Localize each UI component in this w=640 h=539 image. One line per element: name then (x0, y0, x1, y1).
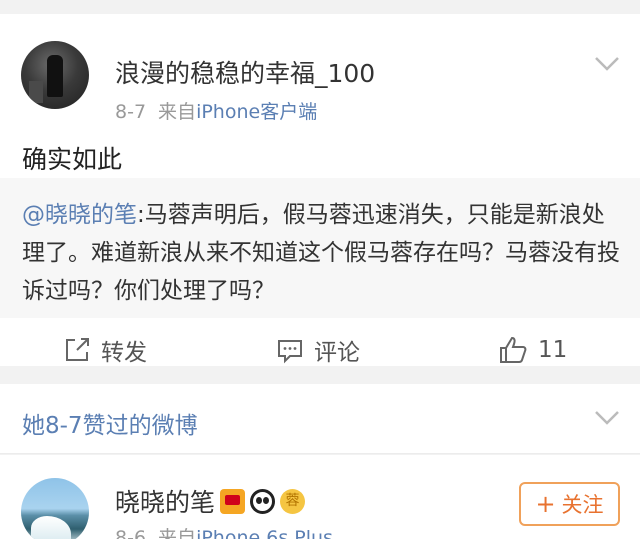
quoted-post[interactable]: @晓晓的笔:马蓉声明后，假马蓉迅速消失，只能是新浪处理了。难道新浪从来不知道这个… (0, 178, 640, 318)
panda-badge-icon[interactable] (250, 488, 276, 514)
vip-crown-icon[interactable] (220, 488, 246, 514)
chevron-down-icon[interactable] (594, 408, 620, 428)
post-meta: 8-6 来自iPhone 6s Plus (115, 523, 333, 539)
username-row: 晓晓的笔 蓉 (115, 483, 306, 519)
weibo-comment-card: 浪漫的稳稳的幸福_100 8-7 来自iPhone客户端 确实如此 @晓晓的笔:马… (0, 14, 640, 366)
post-meta: 8-7 来自iPhone客户端 (115, 97, 317, 124)
comment-button[interactable]: 评论 (276, 333, 360, 367)
follow-button[interactable]: + 关注 (519, 482, 620, 526)
plus-icon: + (535, 490, 556, 518)
liked-post-card: 晓晓的笔 蓉 8-6 来自iPhone 6s Plus + 关注 (0, 455, 640, 539)
action-bar: 转发 评论 11 (0, 319, 640, 380)
post-text: 确实如此 (22, 145, 123, 174)
like-button[interactable]: 11 (498, 333, 567, 367)
follow-label: 关注 (561, 493, 604, 517)
thumbs-up-icon (500, 336, 527, 363)
post-date: 8-6 (115, 527, 147, 539)
forward-label: 转发 (101, 340, 147, 366)
comment-label: 评论 (314, 340, 360, 366)
gold-badge-icon[interactable]: 蓉 (280, 488, 306, 514)
post-source[interactable]: iPhone客户端 (196, 101, 317, 123)
top-divider (0, 0, 640, 14)
comment-icon (278, 340, 302, 364)
quote-mention[interactable]: @晓晓的笔 (22, 202, 137, 228)
source-prefix: 来自 (158, 527, 197, 539)
user-avatar[interactable] (21, 478, 89, 539)
chevron-down-icon[interactable] (594, 54, 620, 74)
liked-posts-header[interactable]: 她8-7赞过的微博 (0, 384, 640, 454)
user-avatar[interactable] (21, 41, 89, 109)
liked-posts-label: 她8-7赞过的微博 (22, 413, 198, 439)
source-prefix: 来自 (158, 101, 197, 123)
post-date: 8-7 (115, 101, 147, 123)
post-source[interactable]: iPhone 6s Plus (196, 527, 333, 539)
username[interactable]: 浪漫的稳稳的幸福_100 (115, 54, 375, 90)
forward-button[interactable]: 转发 (63, 333, 147, 367)
username[interactable]: 晓晓的笔 (115, 483, 215, 519)
forward-icon (66, 338, 89, 361)
like-count: 11 (538, 337, 568, 363)
